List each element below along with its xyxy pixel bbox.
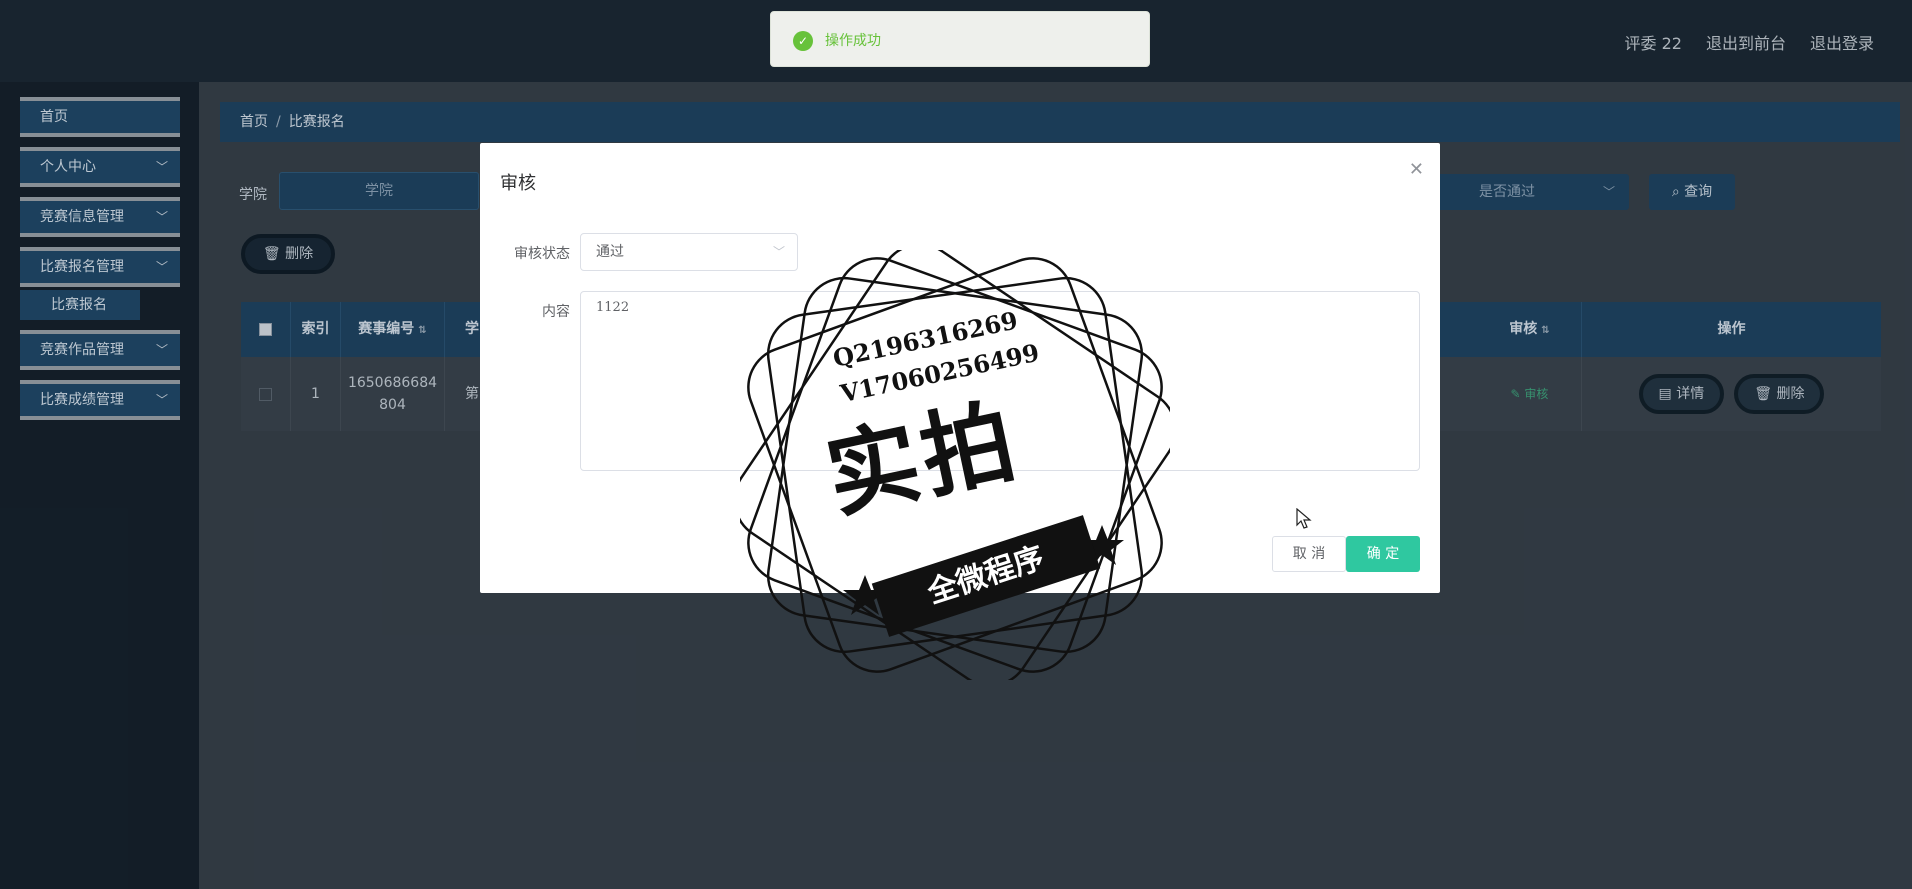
toast-message: 操作成功 (825, 33, 881, 49)
close-icon[interactable]: ✕ (1409, 159, 1424, 180)
mouse-cursor-icon (1296, 508, 1312, 529)
content-label: 内容 (542, 304, 570, 320)
dialog-title: 审核 (500, 173, 536, 194)
status-label: 审核状态 (514, 246, 570, 262)
status-select-value: 通过 (596, 244, 624, 260)
check-circle-icon: ✓ (793, 31, 813, 51)
success-toast: ✓ 操作成功 (770, 11, 1150, 67)
confirm-button[interactable]: 确 定 (1346, 536, 1420, 572)
cancel-button[interactable]: 取 消 (1272, 536, 1346, 572)
